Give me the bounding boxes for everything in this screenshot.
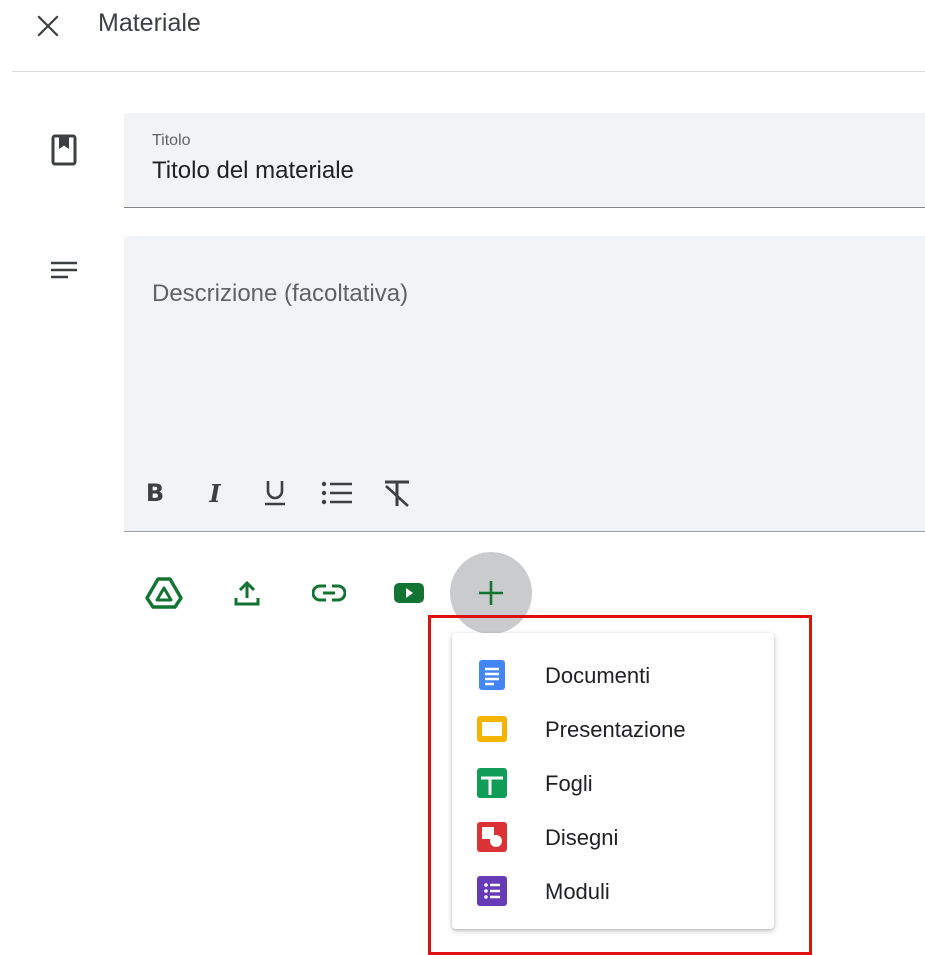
menu-item-label: Disegni xyxy=(545,825,619,850)
link-icon xyxy=(312,584,346,602)
create-button[interactable] xyxy=(450,552,532,634)
header-divider xyxy=(12,71,925,72)
youtube-button[interactable] xyxy=(388,572,430,614)
bulleted-list-icon xyxy=(321,481,352,505)
add-icon xyxy=(479,581,503,605)
title-input[interactable]: Titolo del materiale xyxy=(152,157,354,185)
menu-item-label: Documenti xyxy=(545,663,651,688)
clear-formatting-button[interactable] xyxy=(380,476,414,510)
bulleted-list-button[interactable] xyxy=(320,476,354,510)
menu-item-label: Fogli xyxy=(545,771,593,796)
menu-item-label: Presentazione xyxy=(545,717,686,742)
bookmark-icon xyxy=(51,134,77,166)
close-icon xyxy=(37,15,59,37)
underline-icon xyxy=(265,481,285,506)
menu-item-disegni[interactable]: Disegni xyxy=(452,810,774,864)
subject-icon xyxy=(51,261,77,279)
docs-icon xyxy=(479,660,505,690)
menu-item-moduli[interactable]: Moduli xyxy=(452,864,774,918)
title-label: Titolo xyxy=(152,132,191,149)
youtube-icon xyxy=(394,583,424,603)
bold-icon: B xyxy=(145,479,165,507)
create-menu: Documenti Presentazione Fogli Disegni Mo… xyxy=(452,633,774,929)
google-drive-button[interactable] xyxy=(143,572,185,614)
sheets-icon xyxy=(477,768,507,798)
description-input[interactable]: Descrizione (facoltativa) xyxy=(152,280,408,308)
google-drive-icon xyxy=(145,577,183,609)
menu-item-fogli[interactable]: Fogli xyxy=(452,756,774,810)
italic-button[interactable]: I xyxy=(198,476,232,510)
title-field[interactable]: Titolo Titolo del materiale xyxy=(124,113,925,208)
page-title: Materiale xyxy=(98,9,201,37)
link-button[interactable] xyxy=(308,572,350,614)
menu-item-documenti[interactable]: Documenti xyxy=(452,648,774,702)
forms-icon xyxy=(477,876,507,906)
italic-icon: I xyxy=(209,478,221,508)
upload-button[interactable] xyxy=(226,572,268,614)
bold-button[interactable]: B xyxy=(138,476,172,510)
upload-icon xyxy=(234,580,260,606)
underline-button[interactable] xyxy=(258,476,292,510)
menu-item-presentazione[interactable]: Presentazione xyxy=(452,702,774,756)
menu-item-label: Moduli xyxy=(545,879,610,904)
clear-formatting-icon xyxy=(385,480,409,507)
slides-icon xyxy=(477,716,507,742)
close-button[interactable] xyxy=(28,6,68,46)
description-field[interactable]: Descrizione (facoltativa) B I xyxy=(124,236,925,532)
drawings-icon xyxy=(477,822,507,852)
